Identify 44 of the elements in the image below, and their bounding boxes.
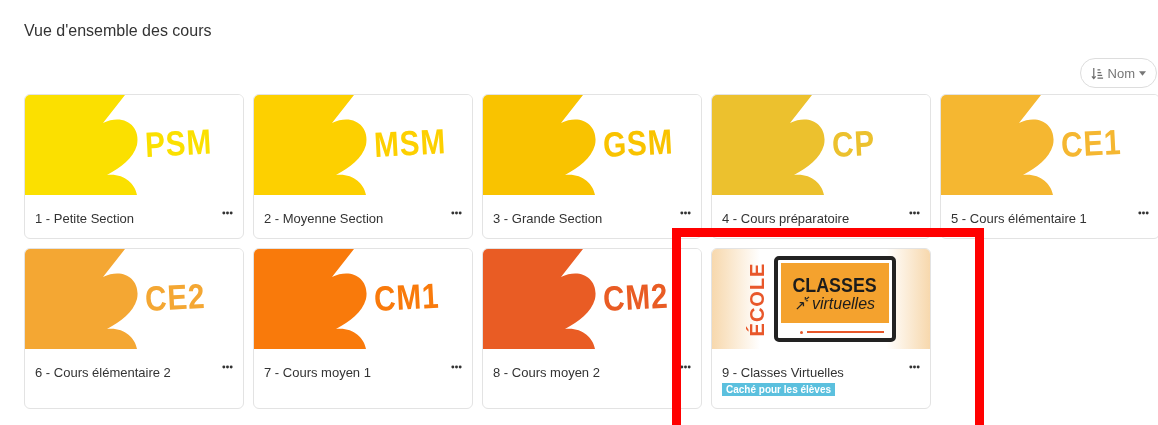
course-name[interactable]: 3 - Grande Section — [493, 211, 603, 226]
course-name[interactable]: 8 - Cours moyen 2 — [493, 365, 600, 380]
course-card[interactable]: CM2 8 - Cours moyen 2 — [482, 248, 702, 409]
course-card[interactable]: CE2 6 - Cours élémentaire 2 — [24, 248, 244, 409]
course-card[interactable]: MSM 2 - Moyenne Section — [253, 94, 473, 239]
course-name[interactable]: 4 - Cours préparatoire — [722, 211, 850, 226]
sort-icon — [1090, 66, 1104, 80]
course-card[interactable]: CE1 5 - Cours élémentaire 1 — [940, 94, 1158, 239]
banner-side-label: ÉCOLE — [746, 262, 770, 336]
banner-label: CM2 — [601, 275, 670, 319]
more-options-button[interactable] — [1138, 211, 1149, 215]
more-options-button[interactable] — [909, 211, 920, 215]
page-heading: Vue d'ensemble des cours — [24, 22, 213, 40]
screen-subtitle: virtuelles — [811, 294, 876, 313]
banner-label: CM1 — [372, 275, 441, 319]
banner-label: CP — [830, 122, 876, 165]
course-card[interactable]: GSM 3 - Grande Section — [482, 94, 702, 239]
more-options-button[interactable] — [451, 365, 462, 369]
cursor-click-icon — [794, 296, 810, 311]
banner-label: PSM — [143, 121, 213, 165]
course-name[interactable]: 1 - Petite Section — [35, 211, 134, 226]
banner-label: CE1 — [1059, 121, 1123, 165]
more-options-button[interactable] — [680, 365, 691, 369]
screen-title: CLASSES — [792, 273, 878, 295]
course-card[interactable]: ÉCOLE CLASSES virtuelles 9 - Classes Virtuelles Caché pour les élèves — [711, 248, 931, 409]
caret-icon — [1139, 70, 1146, 76]
more-options-button[interactable] — [680, 211, 691, 215]
sort-dropdown[interactable]: Nom — [1079, 58, 1157, 88]
course-name[interactable]: 7 - Cours moyen 1 — [264, 365, 371, 380]
course-name[interactable]: 2 - Moyenne Section — [264, 211, 384, 226]
course-name[interactable]: 5 - Cours élémentaire 1 — [951, 211, 1087, 226]
hidden-badge: Caché pour les élèves — [722, 383, 836, 396]
banner-label: GSM — [601, 121, 675, 165]
course-card[interactable]: CM1 7 - Cours moyen 1 — [253, 248, 473, 409]
course-card[interactable]: PSM 1 - Petite Section — [24, 94, 244, 239]
banner-label: CE2 — [143, 275, 207, 319]
course-card[interactable]: CP 4 - Cours préparatoire — [711, 94, 931, 239]
more-options-button[interactable] — [451, 211, 462, 215]
more-options-button[interactable] — [222, 365, 233, 369]
course-name[interactable]: 6 - Cours élémentaire 2 — [35, 365, 171, 380]
more-options-button[interactable] — [222, 211, 233, 215]
course-name[interactable]: 9 - Classes Virtuelles — [722, 365, 844, 380]
more-options-button[interactable] — [909, 365, 920, 369]
banner-label: MSM — [372, 121, 447, 165]
